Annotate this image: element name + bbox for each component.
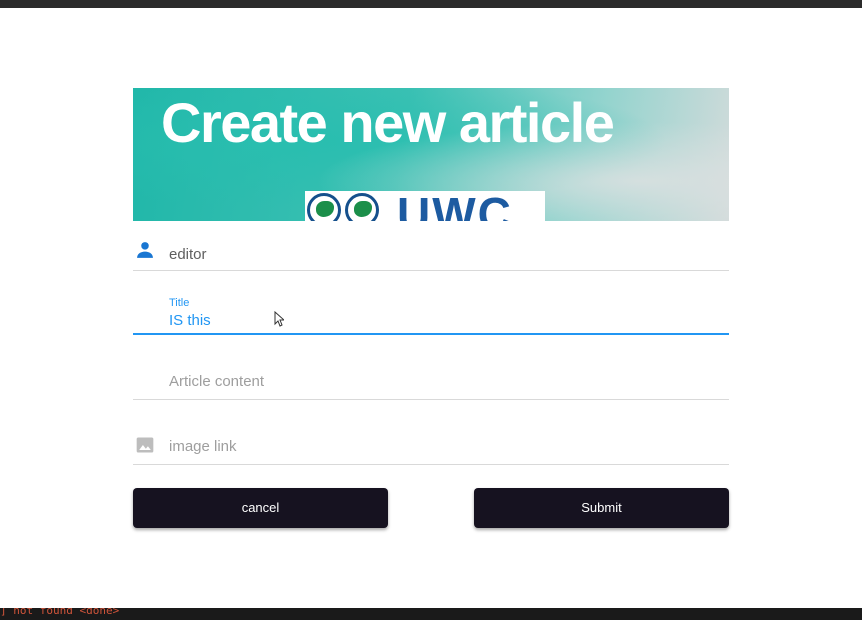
author-field[interactable]: editor bbox=[133, 238, 729, 271]
cancel-button[interactable]: cancel bbox=[133, 488, 388, 528]
author-underline bbox=[133, 270, 729, 271]
content-field[interactable]: Article content bbox=[133, 368, 729, 401]
title-input[interactable]: IS this bbox=[169, 312, 211, 329]
title-underline bbox=[133, 333, 729, 335]
image-link-underline bbox=[133, 464, 729, 465]
title-label: Title bbox=[169, 297, 190, 309]
banner-title: Create new article bbox=[161, 91, 615, 154]
window-top-bar bbox=[0, 0, 862, 8]
mouse-cursor-icon bbox=[274, 311, 284, 327]
terminal-strip: ] not found <done> bbox=[0, 608, 862, 620]
image-link-input[interactable]: image link bbox=[169, 438, 237, 455]
image-link-field[interactable]: image link bbox=[133, 433, 729, 466]
globe-icon bbox=[345, 193, 379, 221]
content-underline bbox=[133, 399, 729, 400]
content-input[interactable]: Article content bbox=[169, 373, 264, 390]
submit-button[interactable]: Submit bbox=[474, 488, 729, 528]
logo-text: UWC bbox=[397, 191, 513, 221]
author-value: editor bbox=[169, 246, 207, 263]
image-icon bbox=[136, 437, 154, 453]
uwc-logo: UWC bbox=[305, 191, 545, 221]
globe-icon bbox=[307, 193, 341, 221]
person-icon bbox=[137, 242, 153, 258]
terminal-text: ] not found <done> bbox=[0, 608, 120, 617]
create-article-dialog: Create new article UWC editor Title IS t… bbox=[0, 8, 862, 608]
title-field[interactable]: Title IS this bbox=[133, 293, 729, 335]
header-banner: Create new article UWC bbox=[133, 88, 729, 221]
